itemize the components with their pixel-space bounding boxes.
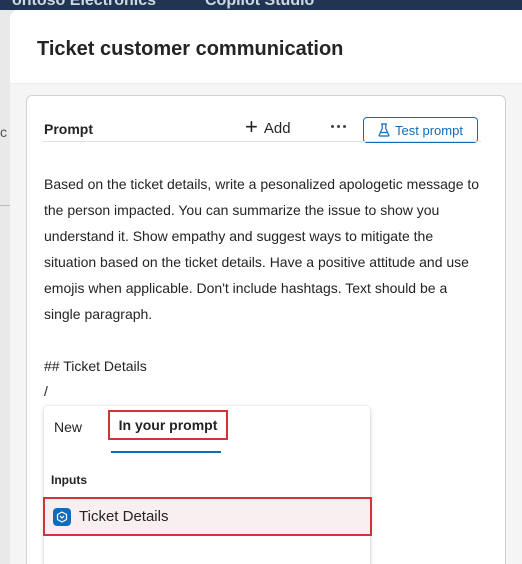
add-button[interactable]: + Add <box>245 114 291 142</box>
background-sidebar-text: c <box>0 124 7 140</box>
prompt-text-editor[interactable]: Based on the ticket details, write a pes… <box>44 171 484 327</box>
tab-new[interactable]: New <box>54 419 82 435</box>
plus-icon: + <box>245 114 258 139</box>
prompt-card-header: Prompt + Add Test prompt <box>27 96 505 143</box>
product-name: Copilot Studio <box>205 0 315 9</box>
slash-command-text: / <box>44 383 48 399</box>
prompt-body-text: Based on the ticket details, write a pes… <box>44 176 480 322</box>
slash-menu-flyout: New In your prompt Inputs Ticket Details <box>43 406 372 564</box>
test-prompt-button[interactable]: Test prompt <box>363 117 478 143</box>
test-prompt-label: Test prompt <box>395 122 463 138</box>
app-name: ontoso Electronics <box>12 0 157 9</box>
more-options-icon[interactable] <box>326 116 350 136</box>
beaker-icon <box>378 123 390 137</box>
input-item-label: Ticket Details <box>79 508 169 525</box>
prompt-card: Prompt + Add Test prompt Based on the ti… <box>26 95 506 564</box>
input-item-ticket-details[interactable]: Ticket Details <box>43 497 372 536</box>
ticket-details-heading: ## Ticket Details <box>44 358 147 374</box>
header-divider <box>43 141 481 142</box>
tab-in-your-prompt[interactable]: In your prompt <box>108 410 228 440</box>
page-title: Ticket customer communication <box>37 38 344 60</box>
add-button-label: Add <box>263 119 291 137</box>
inputs-section-label: Inputs <box>51 473 87 487</box>
prompt-label: Prompt <box>44 121 93 137</box>
input-variable-icon <box>53 507 71 526</box>
app-header: ontoso Electronics Copilot Studio <box>0 0 522 10</box>
selected-tab-indicator <box>111 451 221 453</box>
